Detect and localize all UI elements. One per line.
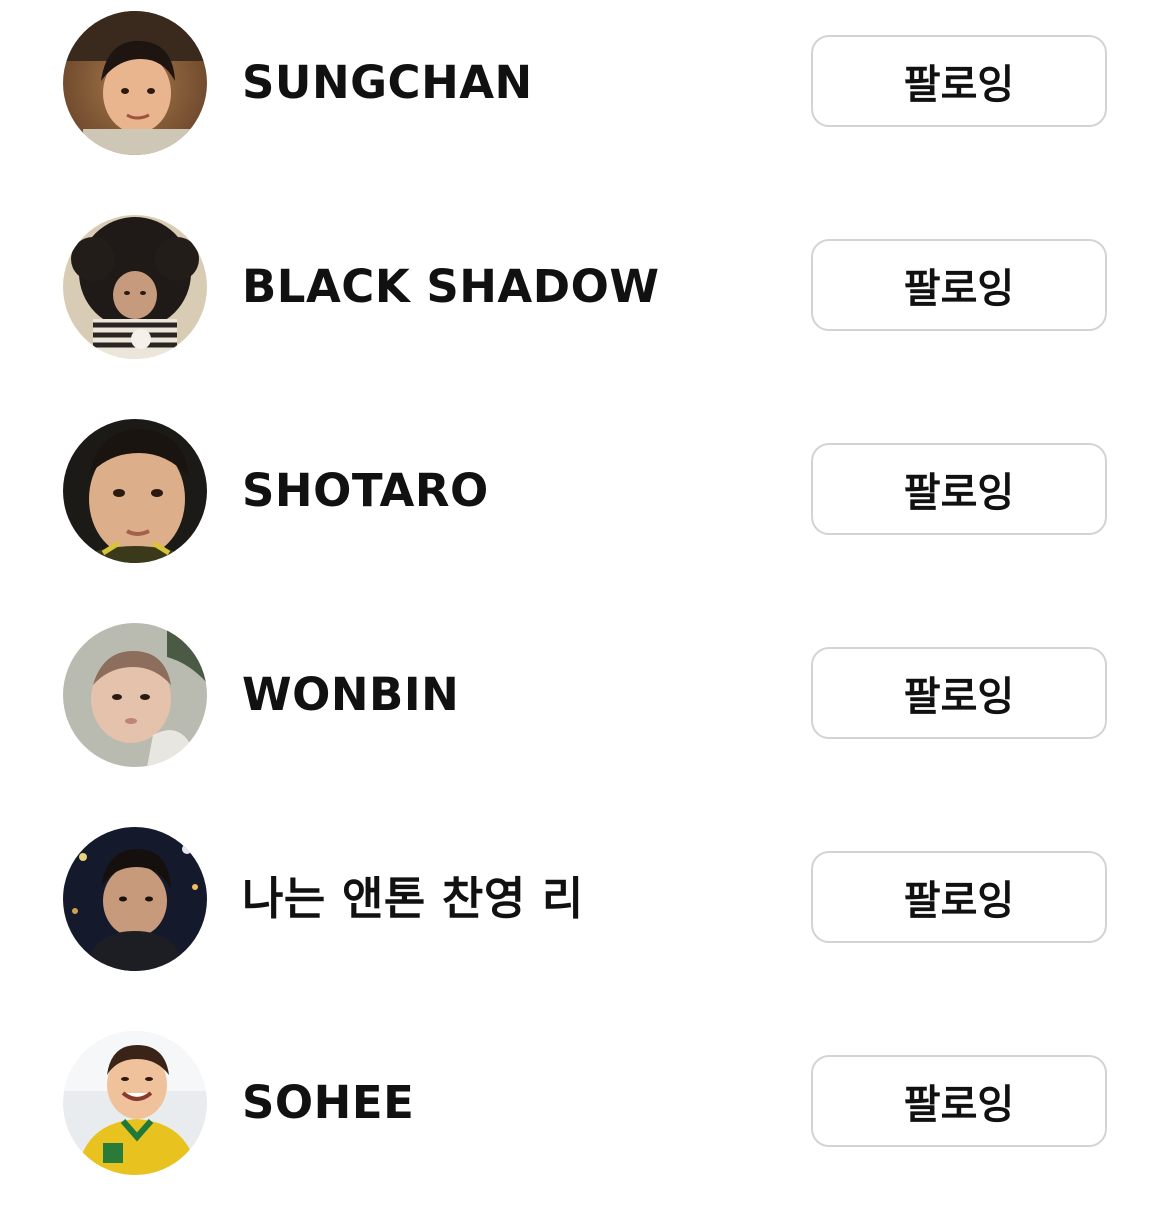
list-item-wonbin: WONBIN 팔로잉 (0, 620, 1169, 770)
avatar[interactable] (63, 215, 207, 359)
avatar[interactable] (63, 419, 207, 563)
avatar-photo-icon (63, 11, 207, 155)
avatar[interactable] (63, 1031, 207, 1175)
following-button[interactable]: 팔로잉 (811, 443, 1107, 535)
following-button[interactable]: 팔로잉 (811, 239, 1107, 331)
username[interactable]: SOHEE (242, 1028, 414, 1178)
username[interactable]: BLACK SHADOW (242, 212, 660, 362)
list-item-black-shadow: BLACK SHADOW 팔로잉 (0, 212, 1169, 362)
following-button[interactable]: 팔로잉 (811, 35, 1107, 127)
username[interactable]: SHOTARO (242, 416, 489, 566)
username[interactable]: WONBIN (242, 620, 459, 770)
avatar-photo-icon (63, 827, 207, 971)
following-button[interactable]: 팔로잉 (811, 851, 1107, 943)
list-item-sohee: SOHEE 팔로잉 (0, 1028, 1169, 1178)
avatar-photo-icon (63, 623, 207, 767)
avatar[interactable] (63, 623, 207, 767)
list-item-anton: 나는 앤톤 찬영 리 팔로잉 (0, 824, 1169, 974)
avatar-photo-icon (63, 1031, 207, 1175)
avatar-photo-icon (63, 215, 207, 359)
avatar[interactable] (63, 827, 207, 971)
list-item-shotaro: SHOTARO 팔로잉 (0, 416, 1169, 566)
username[interactable]: 나는 앤톤 찬영 리 (242, 824, 584, 974)
avatar-photo-icon (63, 419, 207, 563)
following-button[interactable]: 팔로잉 (811, 1055, 1107, 1147)
avatar[interactable] (63, 11, 207, 155)
list-item-sungchan: SUNGCHAN 팔로잉 (0, 8, 1169, 158)
following-button[interactable]: 팔로잉 (811, 647, 1107, 739)
username[interactable]: SUNGCHAN (242, 8, 533, 158)
